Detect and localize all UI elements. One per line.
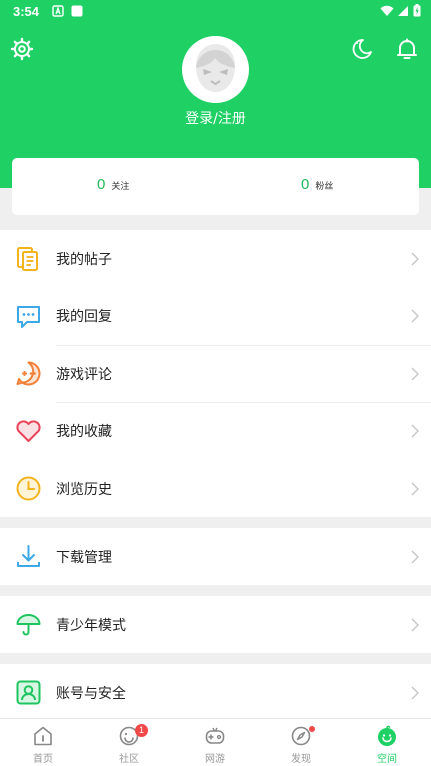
tab-community[interactable]: 1 社区 xyxy=(86,719,172,766)
tab-label: 发现 xyxy=(291,754,311,765)
chevron-right-icon xyxy=(411,367,419,381)
chevron-right-icon xyxy=(411,618,419,632)
menu-item-label: 我的收藏 xyxy=(56,424,112,441)
chevron-right-icon xyxy=(411,252,419,266)
tab-label: 首页 xyxy=(33,754,53,765)
home-icon xyxy=(34,726,52,746)
tab-home[interactable]: 首页 xyxy=(0,719,86,766)
tab-label: 社区 xyxy=(119,754,139,765)
notification-square-icon xyxy=(71,5,83,17)
menu-item-label: 我的帖子 xyxy=(56,251,112,268)
following-count: 0 xyxy=(97,176,106,193)
umbrella-icon xyxy=(16,614,41,636)
heart-icon xyxy=(16,420,41,442)
status-time: 3:54 xyxy=(13,4,40,19)
status-right xyxy=(380,4,421,17)
menu-group-account: 账号与安全 xyxy=(0,664,431,721)
chevron-right-icon xyxy=(411,550,419,564)
status-bar: 3:54 xyxy=(0,0,431,24)
menu-item-label: 游戏评论 xyxy=(56,366,112,383)
menu-item-label: 青少年模式 xyxy=(56,617,126,634)
login-register-link[interactable]: 登录/注册 xyxy=(0,108,431,128)
notification-dot xyxy=(309,726,315,732)
signal-icon xyxy=(398,5,408,16)
tab-label: 网游 xyxy=(205,754,225,765)
followers-label: 粉丝 xyxy=(315,182,334,192)
menu-item-label: 账号与安全 xyxy=(56,685,126,702)
tab-discover[interactable]: 发现 xyxy=(258,719,344,766)
menu-item-game-comments[interactable]: 游戏评论 xyxy=(0,345,431,403)
menu-item-label: 浏览历史 xyxy=(56,481,112,498)
menu-group-download: 下载管理 xyxy=(0,528,431,585)
menu-group-youth: 青少年模式 xyxy=(0,596,431,653)
chevron-right-icon xyxy=(411,482,419,496)
menu-item-account-security[interactable]: 账号与安全 xyxy=(0,664,431,722)
chevron-right-icon xyxy=(411,309,419,323)
menu-item-label: 下载管理 xyxy=(56,549,112,566)
avatar[interactable] xyxy=(182,36,249,103)
menu-item-my-replies[interactable]: 我的回复 xyxy=(0,288,431,346)
space-icon xyxy=(378,725,396,746)
followers-stat[interactable]: 0 粉丝 xyxy=(301,176,333,193)
chevron-right-icon xyxy=(411,424,419,438)
clock-icon xyxy=(16,476,41,501)
following-stat[interactable]: 0 关注 xyxy=(97,176,129,193)
bottom-tab-bar: 首页 1 社区 网游 发现 空间 xyxy=(0,718,431,766)
download-icon xyxy=(17,545,40,568)
followers-count: 0 xyxy=(301,176,310,193)
settings-icon[interactable] xyxy=(10,37,34,61)
notification-badge: 1 xyxy=(135,724,148,737)
tab-online-games[interactable]: 网游 xyxy=(172,719,258,766)
account-icon xyxy=(16,680,41,705)
menu-item-my-posts[interactable]: 我的帖子 xyxy=(0,230,431,288)
menu-item-history[interactable]: 浏览历史 xyxy=(0,460,431,518)
following-label: 关注 xyxy=(111,182,130,192)
notification-a-icon xyxy=(52,5,64,17)
gamepad-icon xyxy=(205,727,225,744)
default-avatar-icon xyxy=(196,44,235,92)
menu-item-label: 我的回复 xyxy=(56,309,112,326)
wifi-icon xyxy=(380,5,394,16)
tab-label: 空间 xyxy=(377,754,397,765)
menu-item-favorites[interactable]: 我的收藏 xyxy=(0,403,431,461)
stats-card: 0 关注 0 粉丝 xyxy=(12,158,419,215)
menu-item-downloads[interactable]: 下载管理 xyxy=(0,528,431,586)
battery-icon xyxy=(413,4,421,17)
bell-icon[interactable] xyxy=(395,37,419,61)
chevron-right-icon xyxy=(411,686,419,700)
reply-icon xyxy=(17,305,40,328)
posts-icon xyxy=(17,247,38,272)
night-mode-icon[interactable] xyxy=(350,37,374,61)
tab-space[interactable]: 空间 xyxy=(344,719,430,766)
menu-item-youth-mode[interactable]: 青少年模式 xyxy=(0,596,431,654)
menu-group-content: 我的帖子 我的回复 游戏评论 我的收藏 浏览历史 xyxy=(0,230,431,517)
game-comment-icon xyxy=(16,361,41,386)
